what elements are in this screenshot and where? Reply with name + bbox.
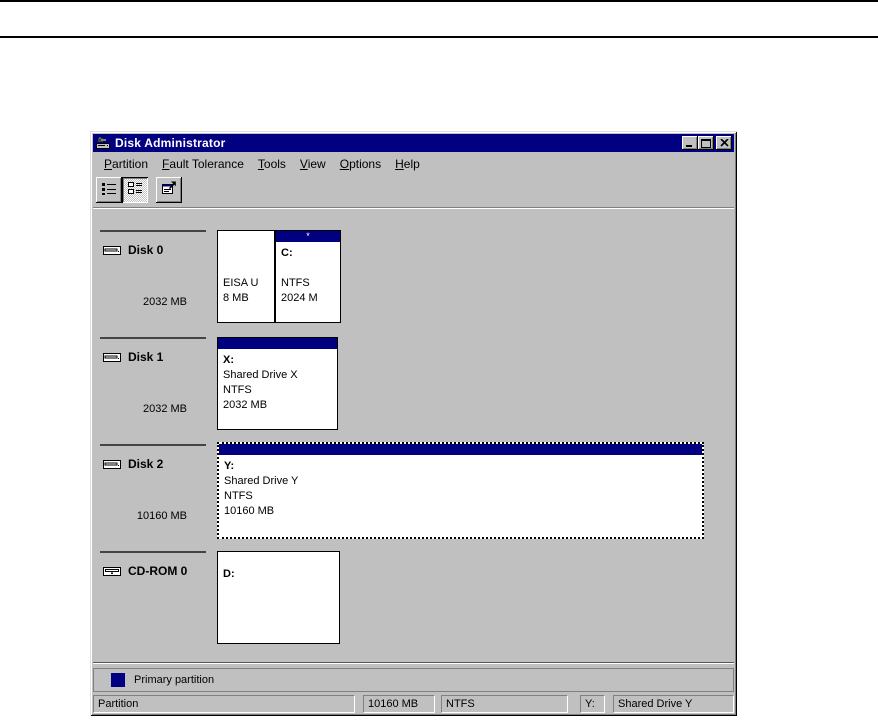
titlebar-buttons — [682, 136, 732, 150]
active-partition-marker: * — [306, 231, 310, 241]
disk-name: Disk 0 — [128, 243, 163, 257]
disk-size: 10160 MB — [100, 510, 187, 522]
hard-disk-icon — [103, 245, 121, 256]
status-size: 10160 MB — [363, 695, 435, 713]
menu-options[interactable]: Options — [333, 155, 388, 173]
partition-y-selected[interactable]: Y: Shared Drive Y NTFS 10160 MB — [217, 442, 704, 539]
legend-block: Primary partition — [93, 662, 734, 695]
document-page: Disk Administrator Partition Fault Toler… — [0, 0, 878, 721]
window-title: Disk Administrator — [115, 136, 226, 150]
disk-administrator-icon — [95, 136, 111, 150]
primary-partition-swatch — [111, 673, 125, 687]
disk-row-disk1: Disk 1 2032 MB X: Shared Drive X NTFS 20… — [93, 337, 734, 444]
disk-name: CD-ROM 0 — [128, 564, 187, 578]
status-filesystem: NTFS — [441, 695, 568, 713]
titlebar: Disk Administrator — [93, 134, 734, 152]
disk-row-disk2: Disk 2 10160 MB Y: Shared Drive Y NTFS 1… — [93, 444, 734, 551]
hard-disk-icon — [103, 459, 121, 470]
cd-rom-icon — [103, 566, 121, 577]
legend: Primary partition — [93, 668, 734, 692]
disk-size: 2032 MB — [100, 296, 187, 308]
volumes-view-icon — [101, 180, 117, 201]
status-drive-letter: Y: — [580, 695, 605, 713]
maximize-button[interactable] — [698, 136, 714, 150]
horizontal-rule-top — [0, 0, 878, 2]
cdrom0-label-column: CD-ROM 0 — [93, 551, 217, 658]
horizontal-rule-second — [0, 36, 878, 38]
legend-label: Primary partition — [134, 674, 214, 686]
volumes-view-button[interactable] — [96, 177, 122, 203]
menu-tools[interactable]: Tools — [251, 155, 293, 173]
properties-icon — [161, 180, 177, 201]
hard-disk-icon — [103, 352, 121, 363]
menu-partition[interactable]: Partition — [97, 155, 155, 173]
menu-help[interactable]: Help — [388, 155, 427, 173]
legend-separator — [93, 662, 734, 664]
toolbar — [93, 175, 734, 208]
primary-partition-bar: * — [276, 231, 340, 242]
menu-view[interactable]: View — [293, 155, 333, 173]
partition-x[interactable]: X: Shared Drive X NTFS 2032 MB — [217, 337, 338, 430]
minimize-button[interactable] — [682, 136, 698, 150]
menu-bar: Partition Fault Tolerance Tools View Opt… — [93, 152, 734, 175]
close-button[interactable] — [716, 136, 732, 150]
disk-administrator-window: Disk Administrator Partition Fault Toler… — [90, 131, 737, 716]
menu-fault-tolerance[interactable]: Fault Tolerance — [155, 155, 251, 173]
properties-button[interactable] — [156, 177, 182, 203]
disk-size: 2032 MB — [100, 403, 187, 415]
disk-configuration-view-button[interactable] — [122, 177, 148, 203]
disk0-label-column: Disk 0 2032 MB — [93, 230, 217, 337]
primary-partition-bar — [219, 444, 702, 455]
partition-c[interactable]: * C: NTFS 2024 M — [275, 230, 341, 323]
disk-name: Disk 2 — [128, 457, 163, 471]
status-volume-label: Shared Drive Y — [613, 695, 734, 713]
no-partition-bar — [218, 231, 274, 242]
disk1-label-column: Disk 1 2032 MB — [93, 337, 217, 444]
partition-eisa[interactable]: EISA U 8 MB — [217, 230, 275, 323]
partition-d[interactable]: D: — [217, 551, 340, 644]
disk-row-disk0: Disk 0 2032 MB EISA U 8 MB — [93, 230, 734, 337]
disk-row-cdrom0: CD-ROM 0 D: — [93, 551, 734, 658]
disk-graph-area: Disk 0 2032 MB EISA U 8 MB — [93, 208, 734, 662]
disk-configuration-view-icon — [127, 180, 143, 201]
primary-partition-bar — [218, 338, 337, 349]
disk2-label-column: Disk 2 10160 MB — [93, 444, 217, 551]
no-partition-bar — [218, 552, 339, 563]
status-object-type: Partition — [93, 695, 355, 713]
disk-name: Disk 1 — [128, 350, 163, 364]
status-bar: Partition 10160 MB NTFS Y: Shared Drive … — [93, 695, 734, 713]
